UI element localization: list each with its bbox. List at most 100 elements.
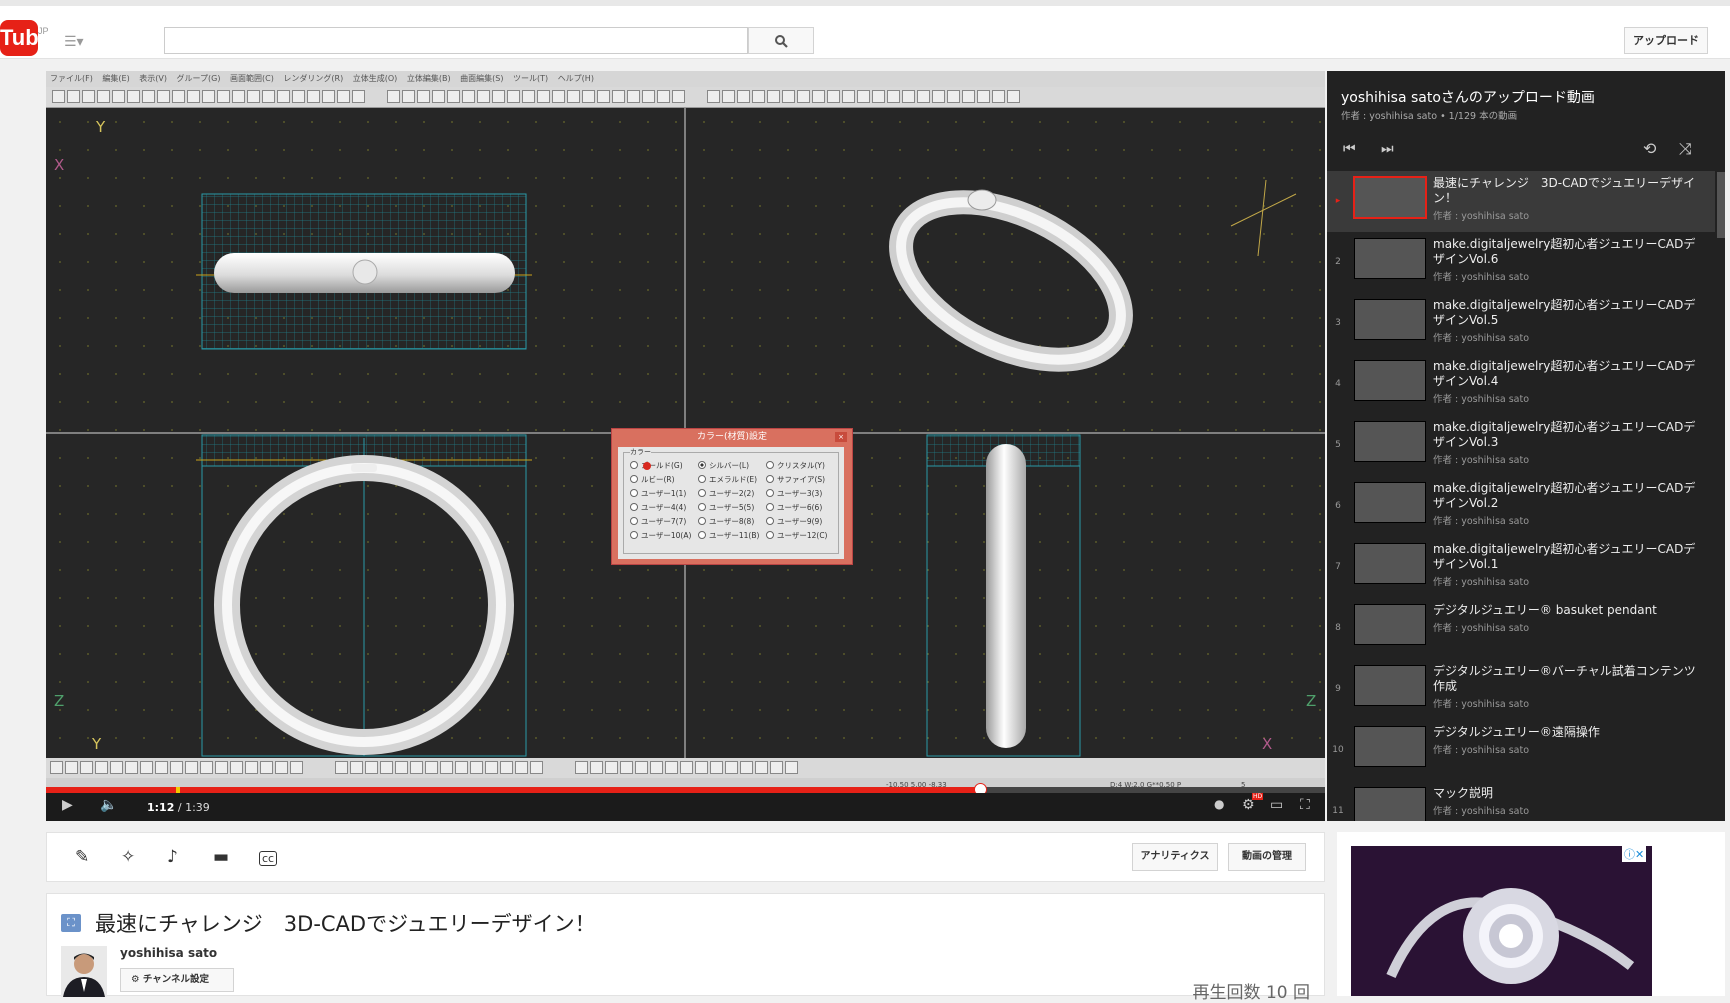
analytics-button[interactable]: アナリティクス — [1132, 843, 1218, 871]
color-option-user8[interactable]: ユーザー8(8) — [698, 516, 754, 527]
shuffle-icon[interactable]: ⤨ — [1679, 139, 1692, 159]
cad-tool-button — [335, 761, 348, 774]
playlist-item[interactable]: 8 デジタルジュエリー® basuket pendant 作者 : yoshih… — [1327, 598, 1715, 659]
ad-image[interactable] — [1351, 846, 1652, 996]
cad-tool-button — [755, 761, 768, 774]
cad-tool-button — [477, 90, 490, 103]
annotation-icon[interactable]: ● — [1214, 797, 1224, 811]
color-option-gold[interactable]: ゴールド(G) — [630, 460, 683, 471]
cad-tool-button — [767, 90, 780, 103]
playlist-panel: yoshihisa satoさんのアップロード動画 作者 : yoshihisa… — [1327, 71, 1725, 821]
loop-icon[interactable]: ⟲ — [1643, 139, 1656, 158]
color-option-user10[interactable]: ユーザー10(A) — [630, 530, 691, 541]
cad-tool-button — [395, 761, 408, 774]
color-option-ruby[interactable]: ルビー(R) — [630, 474, 675, 485]
cad-tool-button — [597, 90, 610, 103]
channel-name[interactable]: yoshihisa sato — [120, 946, 217, 960]
avatar[interactable] — [61, 946, 107, 997]
advertisement: ⓘ✕ — [1337, 832, 1725, 996]
ad-choices-close-icon[interactable]: ⓘ✕ — [1622, 846, 1647, 862]
playlist-thumbnail — [1354, 299, 1426, 340]
creator-action-bar: ✎ ✧ ♪ ▬ cc アナリティクス 動画の管理 — [46, 832, 1325, 882]
playlist-item[interactable]: ▸ 最速にチャレンジ 3D-CADでジュエリーデザイン！ 作者 : yoshih… — [1327, 171, 1715, 232]
cad-tool-button — [260, 761, 273, 774]
playlist-item[interactable]: 4 make.digitaljewelry超初心者ジュエリーCADデザインVol… — [1327, 354, 1715, 415]
cad-tool-button — [140, 761, 153, 774]
volume-icon[interactable]: 🔈 — [100, 797, 117, 813]
playlist-item[interactable]: 10 デジタルジュエリー®遠隔操作 作者 : yoshihisa sato — [1327, 720, 1715, 781]
cad-tool-button — [947, 90, 960, 103]
playlist-item-author: 作者 : yoshihisa sato — [1433, 623, 1530, 634]
channel-settings-button[interactable]: ⚙ チャンネル設定 — [120, 968, 234, 992]
playlist-title[interactable]: yoshihisa satoさんのアップロード動画 — [1341, 87, 1595, 107]
cad-tool-button — [67, 90, 80, 103]
color-option-crystal[interactable]: クリスタル(Y) — [766, 460, 825, 471]
video-manager-button[interactable]: 動画の管理 — [1228, 843, 1306, 871]
playlist-item-title: make.digitaljewelry超初心者ジュエリーCADデザインVol.5 — [1433, 298, 1696, 327]
playlist-item-author: 作者 : yoshihisa sato — [1433, 577, 1530, 588]
playlist-item[interactable]: 5 make.digitaljewelry超初心者ジュエリーCADデザインVol… — [1327, 415, 1715, 476]
cad-tool-button — [530, 761, 543, 774]
cad-tool-button — [782, 90, 795, 103]
theater-mode-icon[interactable]: ▭ — [1270, 797, 1283, 813]
cad-menu-bar: ファイル(F) 編集(E) 表示(V) グループ(G) 画面範囲(C) レンダリ… — [46, 71, 1325, 87]
cad-bottom-toolbar — [46, 758, 1325, 778]
cad-tool-button — [695, 761, 708, 774]
cad-tool-button — [440, 761, 453, 774]
cad-tool-button — [82, 90, 95, 103]
color-option-user2[interactable]: ユーザー2(2) — [698, 488, 754, 499]
enhance-wand-icon[interactable]: ✧ — [121, 847, 135, 867]
playlist-item[interactable]: 9 デジタルジュエリー®バーチャル試着コンテンツ作成 作者 : yoshihis… — [1327, 659, 1715, 720]
color-option-user3[interactable]: ユーザー3(3) — [766, 488, 822, 499]
color-option-user9[interactable]: ユーザー9(9) — [766, 516, 822, 527]
cad-tool-button — [642, 90, 655, 103]
playlist-item[interactable]: 3 make.digitaljewelry超初心者ジュエリーCADデザインVol… — [1327, 293, 1715, 354]
cad-tool-button — [380, 761, 393, 774]
playlist-item[interactable]: 2 make.digitaljewelry超初心者ジュエリーCADデザインVol… — [1327, 232, 1715, 293]
play-icon[interactable]: ▶ — [62, 797, 73, 813]
previous-icon[interactable]: ⏮ — [1343, 141, 1356, 157]
color-option-silver[interactable]: シルバー(L) — [698, 460, 749, 471]
axis-label-z: Z — [54, 692, 65, 710]
search-input[interactable] — [164, 27, 748, 54]
cad-tool-button — [485, 761, 498, 774]
playlist-item-number: ▸ — [1335, 196, 1341, 206]
color-material-dialog: カラー(材質)設定 × カラー ゴールド(G) シルバー(L) クリスタル(Y)… — [611, 428, 853, 565]
search-button[interactable] — [748, 27, 814, 54]
cad-tool-button — [492, 90, 505, 103]
color-option-user7[interactable]: ユーザー7(7) — [630, 516, 686, 527]
color-option-user11[interactable]: ユーザー11(B) — [698, 530, 759, 541]
playlist-item-number: 4 — [1335, 379, 1341, 389]
next-icon[interactable]: ⏭ — [1381, 141, 1394, 157]
color-option-sapphire[interactable]: サファイア(S) — [766, 474, 825, 485]
youtube-logo[interactable]: Tube — [0, 20, 51, 56]
color-option-emerald[interactable]: エメラルド(E) — [698, 474, 757, 485]
cad-tool-button — [447, 90, 460, 103]
cad-menu-item: レンダリング(R) — [283, 74, 344, 83]
playlist-item-title: デジタルジュエリー®バーチャル試着コンテンツ作成 — [1433, 664, 1696, 693]
playlist-scrollbar[interactable] — [1717, 172, 1725, 238]
playlist-item-number: 5 — [1335, 440, 1341, 450]
playlist-item[interactable]: 6 make.digitaljewelry超初心者ジュエリーCADデザインVol… — [1327, 476, 1715, 537]
color-option-user1[interactable]: ユーザー1(1) — [630, 488, 686, 499]
cad-tool-button — [352, 90, 365, 103]
cad-tool-button — [230, 761, 243, 774]
edit-pencil-icon[interactable]: ✎ — [75, 847, 89, 867]
cad-tool-button — [52, 90, 65, 103]
annotations-icon[interactable]: ▬ — [213, 847, 229, 867]
cad-tool-button — [387, 90, 400, 103]
upload-button[interactable]: アップロード — [1624, 27, 1708, 54]
playlist-item[interactable]: 11 マック説明 作者 : yoshihisa sato — [1327, 781, 1715, 821]
cad-tool-button — [575, 761, 588, 774]
playlist-item[interactable]: 7 make.digitaljewelry超初心者ジュエリーCADデザインVol… — [1327, 537, 1715, 598]
dialog-close-button[interactable]: × — [835, 432, 847, 442]
color-option-user5[interactable]: ユーザー5(5) — [698, 502, 754, 513]
audio-note-icon[interactable]: ♪ — [167, 847, 178, 867]
fullscreen-icon[interactable]: ⛶ — [1300, 797, 1310, 813]
guide-menu-icon[interactable]: ☰▾ — [64, 34, 84, 50]
cad-tool-button — [770, 761, 783, 774]
color-option-user6[interactable]: ユーザー6(6) — [766, 502, 822, 513]
captions-cc-icon[interactable]: cc — [259, 851, 278, 866]
color-option-user12[interactable]: ユーザー12(C) — [766, 530, 827, 541]
color-option-user4[interactable]: ユーザー4(4) — [630, 502, 686, 513]
